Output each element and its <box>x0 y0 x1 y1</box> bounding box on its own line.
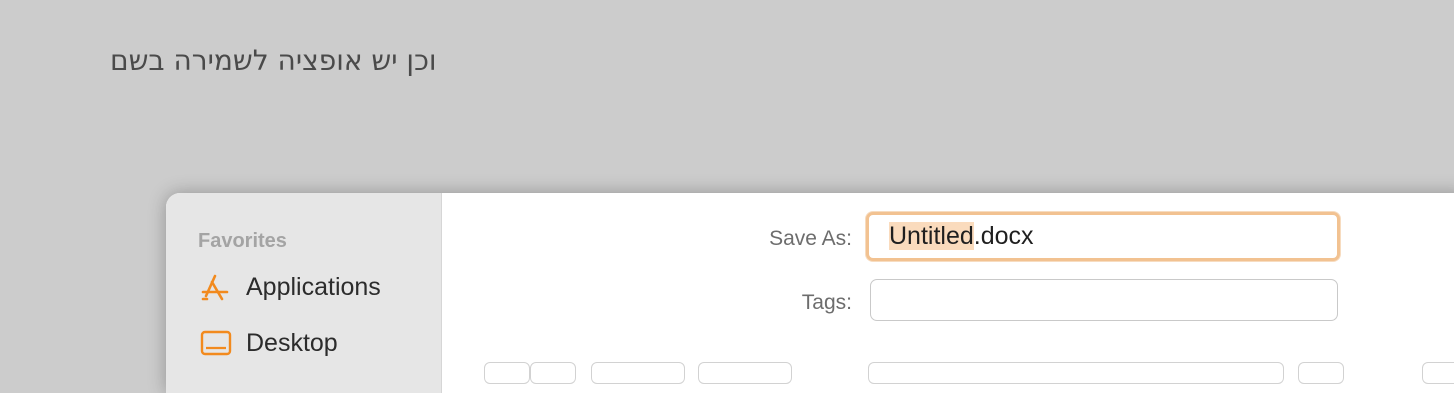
sidebar-item-desktop[interactable]: Desktop <box>200 326 338 360</box>
back-button[interactable] <box>484 362 530 384</box>
save-as-label: Save As: <box>769 227 852 250</box>
filename-selected-text: Untitled <box>889 222 974 250</box>
save-dialog: Favorites Applications Desktop Save As: … <box>166 193 1454 393</box>
tags-field[interactable] <box>870 279 1338 321</box>
hebrew-caption: וכן יש אופציה לשמירה בשם <box>110 44 437 77</box>
tags-label: Tags: <box>801 291 852 314</box>
expand-button[interactable] <box>1298 362 1344 384</box>
filename-extension: .docx <box>973 222 1034 250</box>
desktop-icon <box>200 328 234 358</box>
save-as-field[interactable]: Untitled.docx <box>866 212 1340 261</box>
group-button[interactable] <box>698 362 792 384</box>
sidebar: Favorites Applications Desktop <box>166 193 442 393</box>
favorites-section-title: Favorites <box>198 230 287 252</box>
location-popup[interactable] <box>868 362 1284 384</box>
forward-button[interactable] <box>530 362 576 384</box>
search-field[interactable] <box>1422 362 1454 384</box>
sidebar-item-label: Desktop <box>246 328 338 357</box>
sidebar-item-label: Applications <box>246 272 381 301</box>
sidebar-item-applications[interactable]: Applications <box>200 270 381 304</box>
filename-value: Untitled.docx <box>889 222 1034 251</box>
view-mode-button[interactable] <box>591 362 685 384</box>
applications-icon <box>200 272 234 302</box>
